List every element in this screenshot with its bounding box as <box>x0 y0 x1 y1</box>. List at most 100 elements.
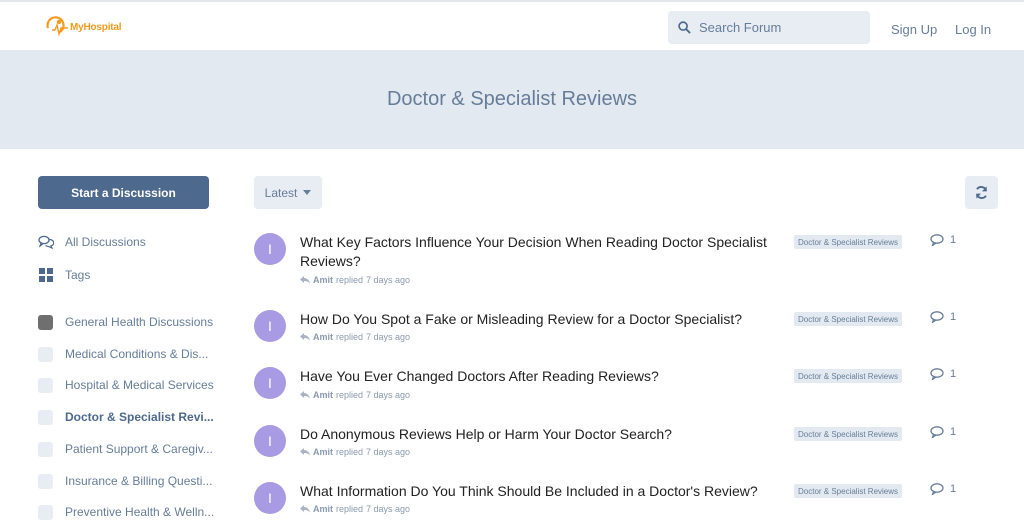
tag-label: General Health Discussions <box>65 315 214 329</box>
sidebar-tag-preventive-health[interactable]: Preventive Health & Welln... <box>38 504 214 520</box>
discussion-row[interactable]: I Have You Ever Changed Doctors After Re… <box>254 367 1004 419</box>
tags-grid-icon <box>38 267 54 283</box>
reply-time[interactable]: 7 days ago <box>366 390 410 400</box>
start-discussion-button[interactable]: Start a Discussion <box>38 176 209 209</box>
sidebar-tag-insurance-billing[interactable]: Insurance & Billing Questi... <box>38 473 212 489</box>
reply-icon <box>300 505 310 513</box>
reply-icon <box>300 276 310 284</box>
sidebar-tag-medical-conditions[interactable]: Medical Conditions & Dis... <box>38 346 208 362</box>
hero-banner: Doctor & Specialist Reviews <box>0 50 1024 149</box>
refresh-icon <box>975 186 988 199</box>
discussion-row[interactable]: I How Do You Spot a Fake or Misleading R… <box>254 310 1004 362</box>
tag-label: Preventive Health & Welln... <box>65 505 215 519</box>
avatar[interactable]: I <box>254 482 286 514</box>
tag-color-swatch <box>38 314 53 330</box>
discussion-title[interactable]: Do Anonymous Reviews Help or Harm Your D… <box>300 425 780 444</box>
tag-color-swatch <box>38 441 53 457</box>
reply-count-value: 1 <box>950 311 957 323</box>
tag-badge[interactable]: Doctor & Specialist Reviews <box>794 427 903 441</box>
comment-icon <box>930 483 944 495</box>
discussion-meta: Amit replied 7 days ago <box>300 504 410 514</box>
reply-count: 1 <box>930 368 956 380</box>
discussion-title[interactable]: How Do You Spot a Fake or Misleading Rev… <box>300 310 780 329</box>
tag-badge[interactable]: Doctor & Specialist Reviews <box>794 484 903 498</box>
sidebar-tag-patient-support[interactable]: Patient Support & Caregiv... <box>38 441 213 457</box>
signup-link[interactable]: Sign Up <box>891 22 937 37</box>
tag-color-swatch <box>38 409 53 425</box>
reply-count-value: 1 <box>950 368 957 380</box>
reply-time[interactable]: 7 days ago <box>366 332 410 342</box>
discussion-row[interactable]: I Do Anonymous Reviews Help or Harm Your… <box>254 425 1004 477</box>
avatar[interactable]: I <box>254 425 286 457</box>
avatar[interactable]: I <box>254 310 286 342</box>
comments-icon <box>38 234 54 250</box>
tag-label: Insurance & Billing Questi... <box>65 474 213 488</box>
discussion-title[interactable]: Have You Ever Changed Doctors After Read… <box>300 367 780 386</box>
reply-icon <box>300 333 310 341</box>
comment-icon <box>930 426 944 438</box>
discussion-title[interactable]: What Key Factors Influence Your Decision… <box>300 233 780 271</box>
reply-action: replied <box>336 504 364 514</box>
tag-color-swatch <box>38 377 53 393</box>
tag-badge[interactable]: Doctor & Specialist Reviews <box>794 235 903 249</box>
search-box[interactable] <box>668 11 870 44</box>
sidebar-tag-general-health[interactable]: General Health Discussions <box>38 314 213 330</box>
logo-text: MyHospital <box>70 21 122 33</box>
reply-action: replied <box>336 390 364 400</box>
reply-time[interactable]: 7 days ago <box>366 447 410 457</box>
tag-color-swatch <box>38 346 53 362</box>
page-title: Doctor & Specialist Reviews <box>386 88 638 110</box>
tag-color-swatch <box>38 504 53 520</box>
tag-label: Hospital & Medical Services <box>65 378 214 392</box>
search-icon <box>678 21 691 34</box>
tag-label: Patient Support & Caregiv... <box>65 442 213 456</box>
discussion-meta: Amit replied 7 days ago <box>300 447 410 457</box>
avatar[interactable]: I <box>254 233 286 265</box>
search-input[interactable] <box>699 20 859 35</box>
tag-label: Doctor & Specialist Revi... <box>65 410 214 424</box>
avatar[interactable]: I <box>254 367 286 399</box>
tag-label: Medical Conditions & Dis... <box>65 347 209 361</box>
discussion-row[interactable]: I What Key Factors Influence Your Decisi… <box>254 233 1004 285</box>
reply-user[interactable]: Amit <box>313 332 333 342</box>
discussion-row[interactable]: I What Information Do You Think Should B… <box>254 482 1004 527</box>
reply-count: 1 <box>930 483 956 495</box>
reply-time[interactable]: 7 days ago <box>366 275 410 285</box>
sidebar-tag-doctor-reviews[interactable]: Doctor & Specialist Revi... <box>38 409 214 425</box>
reply-count: 1 <box>930 426 956 438</box>
reply-count: 1 <box>930 311 956 323</box>
reply-action: replied <box>336 332 364 342</box>
reply-user[interactable]: Amit <box>313 390 333 400</box>
tag-badge[interactable]: Doctor & Specialist Reviews <box>794 312 903 326</box>
nav-tags[interactable]: Tags <box>38 267 90 283</box>
discussion-meta: Amit replied 7 days ago <box>300 390 410 400</box>
refresh-button[interactable] <box>965 176 998 209</box>
sidebar-tag-hospital-services[interactable]: Hospital & Medical Services <box>38 377 214 393</box>
sort-dropdown[interactable]: Latest <box>254 176 322 209</box>
discussion-title[interactable]: What Information Do You Think Should Be … <box>300 482 780 501</box>
login-link[interactable]: Log In <box>955 22 991 37</box>
logo-heartbeat-icon <box>46 16 68 37</box>
reply-count-value: 1 <box>950 426 957 438</box>
reply-user[interactable]: Amit <box>313 447 333 457</box>
logo[interactable]: MyHospital <box>44 16 122 38</box>
header: MyHospital Sign Up Log In <box>0 2 1024 50</box>
discussion-meta: Amit replied 7 days ago <box>300 332 410 342</box>
reply-icon <box>300 391 310 399</box>
discussion-meta: Amit replied 7 days ago <box>300 275 410 285</box>
nav-all-discussions[interactable]: All Discussions <box>38 234 146 250</box>
reply-user[interactable]: Amit <box>313 504 333 514</box>
nav-label: Tags <box>65 268 91 282</box>
comment-icon <box>930 368 944 380</box>
reply-count: 1 <box>930 234 956 246</box>
reply-time[interactable]: 7 days ago <box>366 504 410 514</box>
comment-icon <box>930 234 944 246</box>
tag-color-swatch <box>38 473 53 489</box>
sort-label: Latest <box>264 185 298 200</box>
reply-action: replied <box>336 275 364 285</box>
reply-user[interactable]: Amit <box>313 275 333 285</box>
reply-count-value: 1 <box>950 483 957 495</box>
caret-down-icon <box>303 190 312 195</box>
tag-badge[interactable]: Doctor & Specialist Reviews <box>794 369 903 383</box>
reply-icon <box>300 448 310 456</box>
